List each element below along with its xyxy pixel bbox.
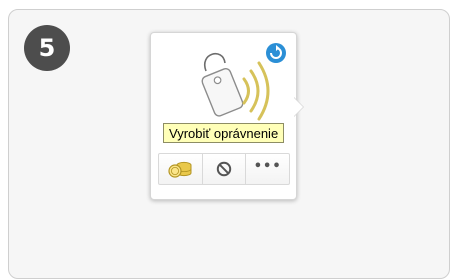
credential-card[interactable]: Vyrobiť oprávnenie ••• xyxy=(150,32,304,200)
refresh-icon[interactable] xyxy=(265,42,287,64)
coins-icon xyxy=(168,161,192,178)
more-options-button[interactable]: ••• xyxy=(246,154,289,184)
issue-credential-button[interactable] xyxy=(159,154,203,184)
action-tooltip: Vyrobiť oprávnenie xyxy=(163,123,285,143)
block-button[interactable] xyxy=(203,154,247,184)
block-icon xyxy=(216,161,232,177)
step-number-badge: 5 xyxy=(24,25,70,71)
card-action-bar: ••• xyxy=(158,153,290,185)
more-icon: ••• xyxy=(253,159,282,174)
